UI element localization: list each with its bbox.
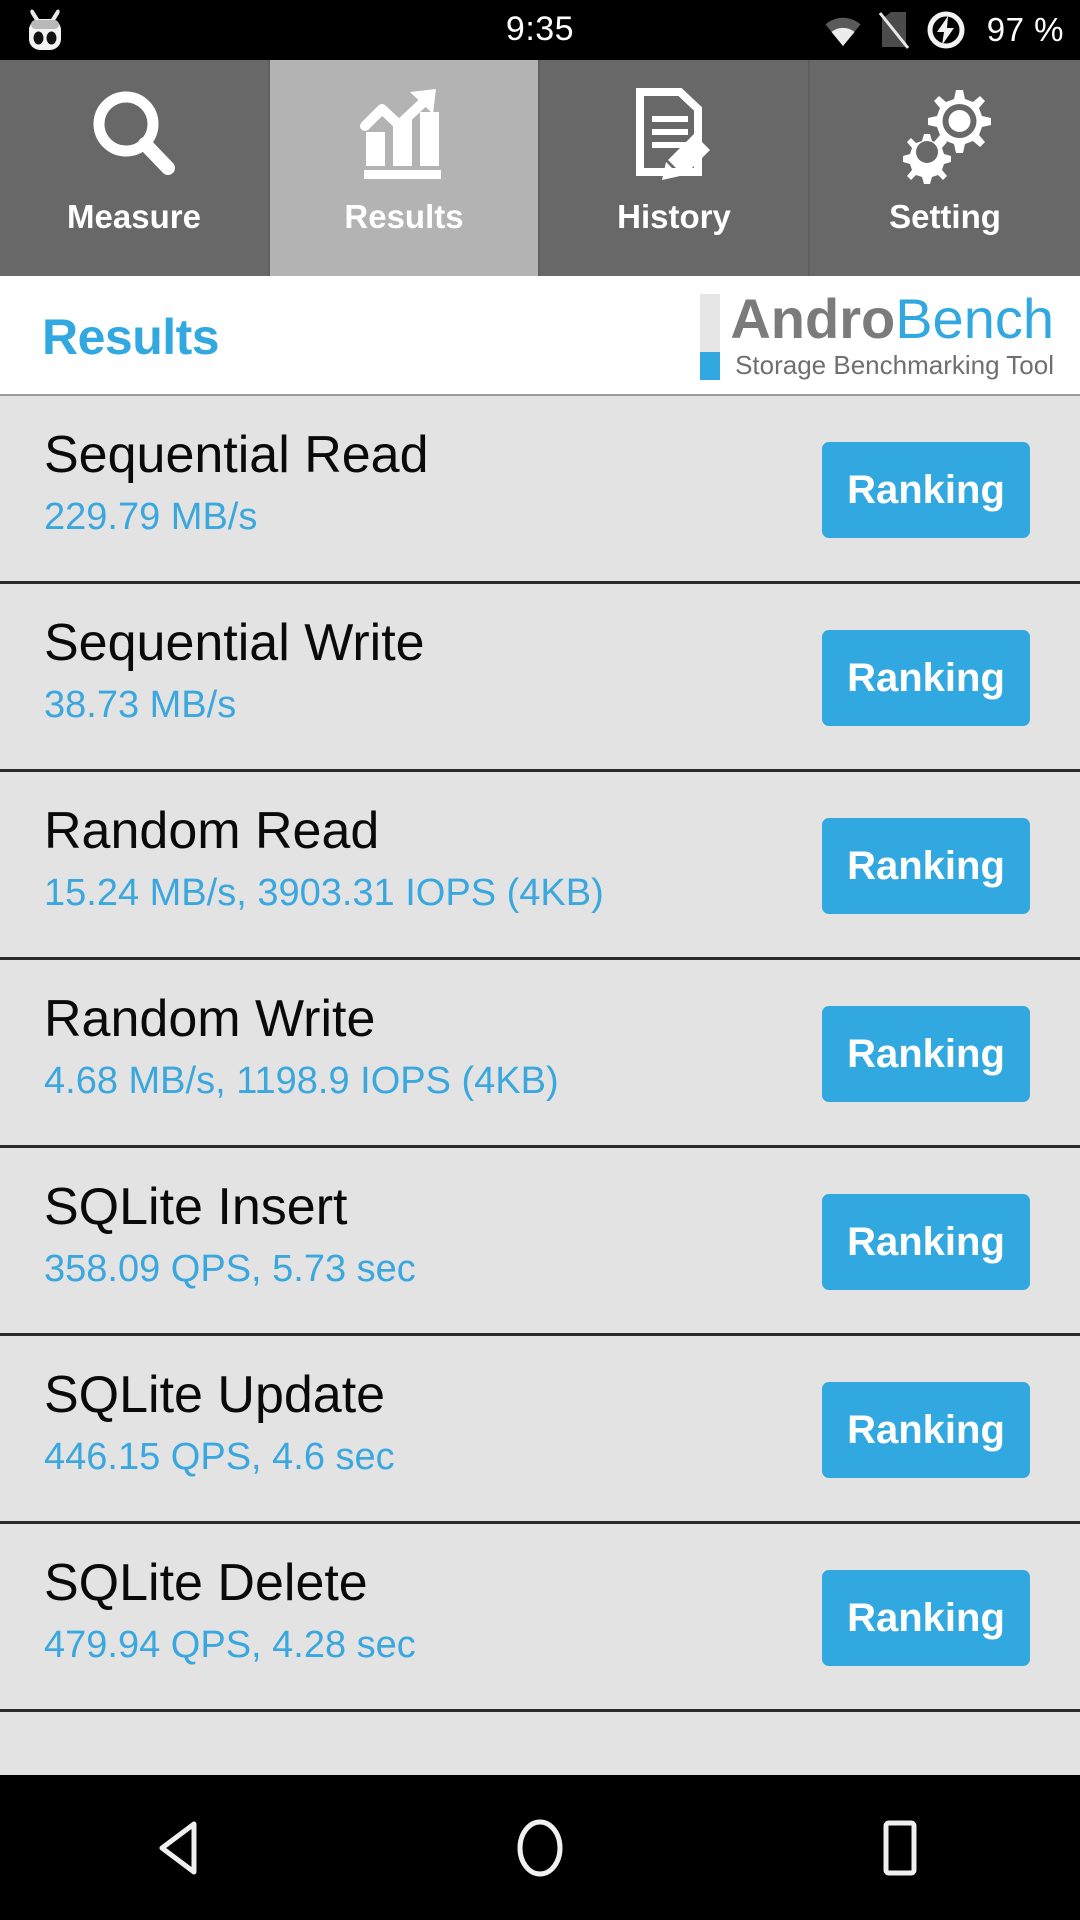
benchmark-name: Sequential Read bbox=[44, 426, 429, 484]
brand-name: AndroBench bbox=[730, 290, 1054, 348]
tab-setting-label: Setting bbox=[889, 198, 1001, 235]
nav-recents-button[interactable] bbox=[810, 1775, 990, 1920]
brand-name-primary: Andro bbox=[730, 287, 896, 350]
nav-back-button[interactable] bbox=[90, 1775, 270, 1920]
brand-name-secondary: Bench bbox=[895, 287, 1054, 350]
tab-history-label: History bbox=[617, 198, 731, 235]
recents-square-icon bbox=[883, 1820, 917, 1875]
document-pencil-icon bbox=[622, 82, 726, 186]
ranking-button[interactable]: Ranking bbox=[822, 818, 1030, 914]
tab-results[interactable]: Results bbox=[270, 60, 540, 276]
table-row[interactable]: Sequential Read 229.79 MB/s Ranking bbox=[0, 396, 1080, 584]
benchmark-value: 4.68 MB/s, 1198.9 IOPS (4KB) bbox=[44, 1060, 559, 1102]
tab-results-label: Results bbox=[344, 198, 464, 235]
app-header: Results AndroBench Storage Benchmarking … bbox=[0, 276, 1080, 396]
brand-tagline: Storage Benchmarking Tool bbox=[735, 350, 1054, 380]
brand-bar-bottom bbox=[700, 352, 721, 380]
status-bar-icons: 97 % bbox=[823, 0, 1064, 60]
benchmark-value: 229.79 MB/s bbox=[44, 496, 258, 538]
tab-measure-label: Measure bbox=[67, 198, 201, 235]
benchmark-name: Sequential Write bbox=[44, 614, 425, 672]
brand-bar-top bbox=[700, 294, 721, 353]
table-row[interactable]: SQLite Update 446.15 QPS, 4.6 sec Rankin… bbox=[0, 1336, 1080, 1524]
table-row[interactable]: SQLite Delete 479.94 QPS, 4.28 sec Ranki… bbox=[0, 1524, 1080, 1712]
row-text: Sequential Write 38.73 MB/s bbox=[44, 612, 425, 730]
nav-home-button[interactable] bbox=[450, 1775, 630, 1920]
gears-icon bbox=[893, 82, 997, 186]
ranking-button[interactable]: Ranking bbox=[822, 1570, 1030, 1666]
table-row[interactable]: Sequential Write 38.73 MB/s Ranking bbox=[0, 584, 1080, 772]
tab-setting[interactable]: Setting bbox=[810, 60, 1080, 276]
benchmark-value: 479.94 QPS, 4.28 sec bbox=[44, 1624, 416, 1666]
android-navigation-bar bbox=[0, 1775, 1080, 1920]
phone-screen: 9:35 97 % Measure Results History Settin… bbox=[0, 0, 1080, 1920]
page-title: Results bbox=[42, 309, 220, 365]
battery-charging-icon bbox=[927, 11, 965, 49]
benchmark-value: 446.15 QPS, 4.6 sec bbox=[44, 1436, 395, 1478]
home-circle-icon bbox=[517, 1819, 563, 1876]
benchmark-name: Random Write bbox=[44, 990, 376, 1048]
row-text: SQLite Update 446.15 QPS, 4.6 sec bbox=[44, 1364, 395, 1482]
table-row[interactable]: SQLite Insert 358.09 QPS, 5.73 sec Ranki… bbox=[0, 1148, 1080, 1336]
brand-accent-bar bbox=[700, 294, 721, 380]
benchmark-name: SQLite Update bbox=[44, 1366, 386, 1424]
ranking-button[interactable]: Ranking bbox=[822, 1382, 1030, 1478]
tab-history[interactable]: History bbox=[540, 60, 810, 276]
battery-percentage: 97 % bbox=[986, 11, 1064, 48]
status-bar: 9:35 97 % bbox=[0, 0, 1080, 60]
tab-bar: Measure Results History Setting bbox=[0, 60, 1080, 276]
benchmark-name: SQLite Insert bbox=[44, 1178, 348, 1236]
results-list[interactable]: Sequential Read 229.79 MB/s Ranking Sequ… bbox=[0, 396, 1080, 1775]
row-text: SQLite Delete 479.94 QPS, 4.28 sec bbox=[44, 1552, 416, 1670]
brand-text: AndroBench Storage Benchmarking Tool bbox=[730, 290, 1054, 381]
row-text: Sequential Read 229.79 MB/s bbox=[44, 424, 429, 542]
bar-chart-icon bbox=[352, 82, 456, 186]
row-text: SQLite Insert 358.09 QPS, 5.73 sec bbox=[44, 1176, 416, 1294]
benchmark-value: 38.73 MB/s bbox=[44, 684, 237, 726]
no-sim-icon bbox=[878, 12, 909, 49]
benchmark-value: 15.24 MB/s, 3903.31 IOPS (4KB) bbox=[44, 872, 604, 914]
benchmark-value: 358.09 QPS, 5.73 sec bbox=[44, 1248, 416, 1290]
row-text: Random Read 15.24 MB/s, 3903.31 IOPS (4K… bbox=[44, 800, 604, 918]
wifi-icon bbox=[825, 17, 861, 46]
ranking-button[interactable]: Ranking bbox=[822, 1006, 1030, 1102]
benchmark-name: Random Read bbox=[44, 802, 380, 860]
androbench-logo: AndroBench Storage Benchmarking Tool bbox=[700, 290, 1054, 381]
row-text: Random Write 4.68 MB/s, 1198.9 IOPS (4KB… bbox=[44, 988, 559, 1106]
benchmark-name: SQLite Delete bbox=[44, 1554, 368, 1612]
table-row[interactable]: Random Read 15.24 MB/s, 3903.31 IOPS (4K… bbox=[0, 772, 1080, 960]
tab-measure[interactable]: Measure bbox=[0, 60, 270, 276]
ranking-button[interactable]: Ranking bbox=[822, 630, 1030, 726]
back-triangle-icon bbox=[159, 1821, 197, 1874]
magnifier-icon bbox=[82, 82, 186, 186]
ranking-button[interactable]: Ranking bbox=[822, 442, 1030, 538]
table-row[interactable]: Random Write 4.68 MB/s, 1198.9 IOPS (4KB… bbox=[0, 960, 1080, 1148]
ranking-button[interactable]: Ranking bbox=[822, 1194, 1030, 1290]
